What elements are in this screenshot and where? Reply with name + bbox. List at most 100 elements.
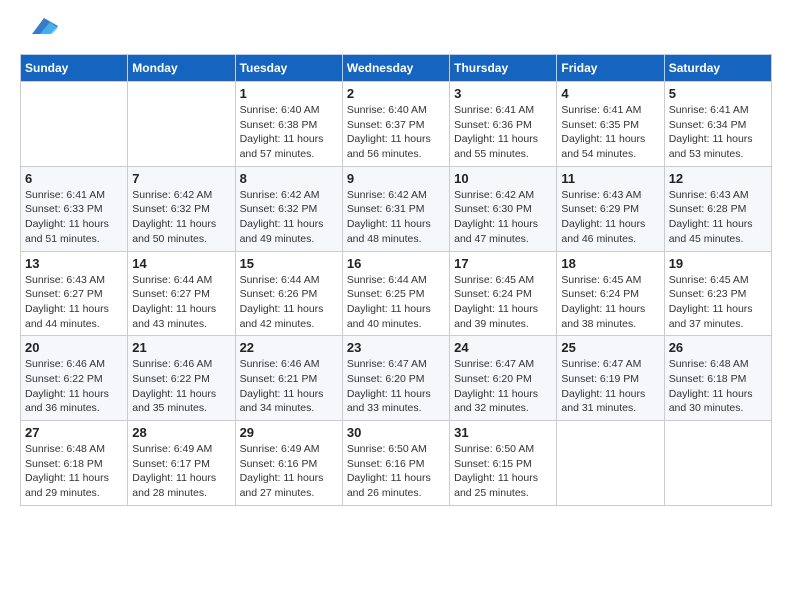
day-number: 27 bbox=[25, 425, 123, 440]
day-info: Sunrise: 6:48 AM Sunset: 6:18 PM Dayligh… bbox=[669, 357, 767, 416]
calendar-cell: 20 Sunrise: 6:46 AM Sunset: 6:22 PM Dayli… bbox=[21, 336, 128, 421]
calendar-cell: 21 Sunrise: 6:46 AM Sunset: 6:22 PM Dayli… bbox=[128, 336, 235, 421]
calendar-cell: 10 Sunrise: 6:42 AM Sunset: 6:30 PM Dayli… bbox=[450, 166, 557, 251]
calendar-cell bbox=[21, 82, 128, 167]
calendar-cell: 11Sunrise: 6:43 AM Sunset: 6:29 PM Dayli… bbox=[557, 166, 664, 251]
calendar-cell: 17 Sunrise: 6:45 AM Sunset: 6:24 PM Dayli… bbox=[450, 251, 557, 336]
weekday-header-monday: Monday bbox=[128, 55, 235, 82]
day-info: Sunrise: 6:47 AM Sunset: 6:20 PM Dayligh… bbox=[454, 357, 552, 416]
calendar-week-row: 13 Sunrise: 6:43 AM Sunset: 6:27 PM Dayli… bbox=[21, 251, 772, 336]
day-number: 15 bbox=[240, 256, 338, 271]
day-number: 22 bbox=[240, 340, 338, 355]
logo bbox=[20, 20, 58, 38]
calendar-cell: 26 Sunrise: 6:48 AM Sunset: 6:18 PM Dayli… bbox=[664, 336, 771, 421]
calendar-cell bbox=[664, 421, 771, 506]
calendar-cell: 9 Sunrise: 6:42 AM Sunset: 6:31 PM Daylig… bbox=[342, 166, 449, 251]
calendar-cell: 15 Sunrise: 6:44 AM Sunset: 6:26 PM Dayli… bbox=[235, 251, 342, 336]
day-number: 9 bbox=[347, 171, 445, 186]
calendar-cell: 5Sunrise: 6:41 AM Sunset: 6:34 PM Daylig… bbox=[664, 82, 771, 167]
calendar-cell: 19 Sunrise: 6:45 AM Sunset: 6:23 PM Dayli… bbox=[664, 251, 771, 336]
day-number: 7 bbox=[132, 171, 230, 186]
day-number: 30 bbox=[347, 425, 445, 440]
day-info: Sunrise: 6:41 AM Sunset: 6:36 PM Dayligh… bbox=[454, 103, 552, 162]
day-number: 28 bbox=[132, 425, 230, 440]
day-info: Sunrise: 6:45 AM Sunset: 6:24 PM Dayligh… bbox=[454, 273, 552, 332]
day-number: 1 bbox=[240, 86, 338, 101]
page-header bbox=[20, 20, 772, 38]
calendar-cell: 14Sunrise: 6:44 AM Sunset: 6:27 PM Dayli… bbox=[128, 251, 235, 336]
day-number: 29 bbox=[240, 425, 338, 440]
calendar-week-row: 6 Sunrise: 6:41 AM Sunset: 6:33 PM Daylig… bbox=[21, 166, 772, 251]
calendar-cell bbox=[128, 82, 235, 167]
day-info: Sunrise: 6:43 AM Sunset: 6:29 PM Dayligh… bbox=[561, 188, 659, 247]
day-number: 31 bbox=[454, 425, 552, 440]
day-number: 18 bbox=[561, 256, 659, 271]
calendar-cell: 23 Sunrise: 6:47 AM Sunset: 6:20 PM Dayli… bbox=[342, 336, 449, 421]
calendar-cell: 28 Sunrise: 6:49 AM Sunset: 6:17 PM Dayli… bbox=[128, 421, 235, 506]
day-info: Sunrise: 6:43 AM Sunset: 6:27 PM Dayligh… bbox=[25, 273, 123, 332]
weekday-header-thursday: Thursday bbox=[450, 55, 557, 82]
calendar-cell: 18 Sunrise: 6:45 AM Sunset: 6:24 PM Dayli… bbox=[557, 251, 664, 336]
day-number: 23 bbox=[347, 340, 445, 355]
calendar-cell: 8 Sunrise: 6:42 AM Sunset: 6:32 PM Daylig… bbox=[235, 166, 342, 251]
day-info: Sunrise: 6:41 AM Sunset: 6:34 PM Dayligh… bbox=[669, 103, 767, 162]
calendar-cell: 16 Sunrise: 6:44 AM Sunset: 6:25 PM Dayli… bbox=[342, 251, 449, 336]
day-info: Sunrise: 6:44 AM Sunset: 6:26 PM Dayligh… bbox=[240, 273, 338, 332]
calendar-cell bbox=[557, 421, 664, 506]
weekday-header-friday: Friday bbox=[557, 55, 664, 82]
day-info: Sunrise: 6:48 AM Sunset: 6:18 PM Dayligh… bbox=[25, 442, 123, 501]
day-info: Sunrise: 6:41 AM Sunset: 6:33 PM Dayligh… bbox=[25, 188, 123, 247]
calendar-cell: 3Sunrise: 6:41 AM Sunset: 6:36 PM Daylig… bbox=[450, 82, 557, 167]
day-info: Sunrise: 6:46 AM Sunset: 6:21 PM Dayligh… bbox=[240, 357, 338, 416]
calendar-cell: 6 Sunrise: 6:41 AM Sunset: 6:33 PM Daylig… bbox=[21, 166, 128, 251]
day-number: 19 bbox=[669, 256, 767, 271]
calendar-table: SundayMondayTuesdayWednesdayThursdayFrid… bbox=[20, 54, 772, 506]
day-info: Sunrise: 6:41 AM Sunset: 6:35 PM Dayligh… bbox=[561, 103, 659, 162]
calendar-cell: 27 Sunrise: 6:48 AM Sunset: 6:18 PM Dayli… bbox=[21, 421, 128, 506]
calendar-cell: 29Sunrise: 6:49 AM Sunset: 6:16 PM Dayli… bbox=[235, 421, 342, 506]
day-info: Sunrise: 6:45 AM Sunset: 6:23 PM Dayligh… bbox=[669, 273, 767, 332]
calendar-cell: 4 Sunrise: 6:41 AM Sunset: 6:35 PM Daylig… bbox=[557, 82, 664, 167]
calendar-cell: 31 Sunrise: 6:50 AM Sunset: 6:15 PM Dayli… bbox=[450, 421, 557, 506]
calendar-cell: 2Sunrise: 6:40 AM Sunset: 6:37 PM Daylig… bbox=[342, 82, 449, 167]
day-number: 16 bbox=[347, 256, 445, 271]
calendar-week-row: 27 Sunrise: 6:48 AM Sunset: 6:18 PM Dayli… bbox=[21, 421, 772, 506]
day-info: Sunrise: 6:50 AM Sunset: 6:16 PM Dayligh… bbox=[347, 442, 445, 501]
day-info: Sunrise: 6:42 AM Sunset: 6:32 PM Dayligh… bbox=[240, 188, 338, 247]
day-info: Sunrise: 6:45 AM Sunset: 6:24 PM Dayligh… bbox=[561, 273, 659, 332]
weekday-header-sunday: Sunday bbox=[21, 55, 128, 82]
day-number: 14 bbox=[132, 256, 230, 271]
day-info: Sunrise: 6:47 AM Sunset: 6:19 PM Dayligh… bbox=[561, 357, 659, 416]
day-info: Sunrise: 6:46 AM Sunset: 6:22 PM Dayligh… bbox=[25, 357, 123, 416]
calendar-cell: 30 Sunrise: 6:50 AM Sunset: 6:16 PM Dayli… bbox=[342, 421, 449, 506]
day-info: Sunrise: 6:42 AM Sunset: 6:32 PM Dayligh… bbox=[132, 188, 230, 247]
day-info: Sunrise: 6:50 AM Sunset: 6:15 PM Dayligh… bbox=[454, 442, 552, 501]
day-info: Sunrise: 6:40 AM Sunset: 6:37 PM Dayligh… bbox=[347, 103, 445, 162]
day-number: 24 bbox=[454, 340, 552, 355]
day-info: Sunrise: 6:42 AM Sunset: 6:30 PM Dayligh… bbox=[454, 188, 552, 247]
day-number: 13 bbox=[25, 256, 123, 271]
calendar-header-row: SundayMondayTuesdayWednesdayThursdayFrid… bbox=[21, 55, 772, 82]
day-number: 10 bbox=[454, 171, 552, 186]
day-number: 4 bbox=[561, 86, 659, 101]
day-number: 21 bbox=[132, 340, 230, 355]
calendar-cell: 25 Sunrise: 6:47 AM Sunset: 6:19 PM Dayli… bbox=[557, 336, 664, 421]
logo-icon bbox=[22, 16, 58, 38]
day-info: Sunrise: 6:42 AM Sunset: 6:31 PM Dayligh… bbox=[347, 188, 445, 247]
day-number: 26 bbox=[669, 340, 767, 355]
calendar-cell: 22 Sunrise: 6:46 AM Sunset: 6:21 PM Dayli… bbox=[235, 336, 342, 421]
day-number: 8 bbox=[240, 171, 338, 186]
day-info: Sunrise: 6:49 AM Sunset: 6:17 PM Dayligh… bbox=[132, 442, 230, 501]
day-number: 20 bbox=[25, 340, 123, 355]
weekday-header-saturday: Saturday bbox=[664, 55, 771, 82]
day-info: Sunrise: 6:43 AM Sunset: 6:28 PM Dayligh… bbox=[669, 188, 767, 247]
day-number: 6 bbox=[25, 171, 123, 186]
day-info: Sunrise: 6:40 AM Sunset: 6:38 PM Dayligh… bbox=[240, 103, 338, 162]
day-info: Sunrise: 6:47 AM Sunset: 6:20 PM Dayligh… bbox=[347, 357, 445, 416]
day-number: 25 bbox=[561, 340, 659, 355]
day-info: Sunrise: 6:46 AM Sunset: 6:22 PM Dayligh… bbox=[132, 357, 230, 416]
day-info: Sunrise: 6:44 AM Sunset: 6:25 PM Dayligh… bbox=[347, 273, 445, 332]
day-number: 17 bbox=[454, 256, 552, 271]
weekday-header-wednesday: Wednesday bbox=[342, 55, 449, 82]
calendar-cell: 13 Sunrise: 6:43 AM Sunset: 6:27 PM Dayli… bbox=[21, 251, 128, 336]
